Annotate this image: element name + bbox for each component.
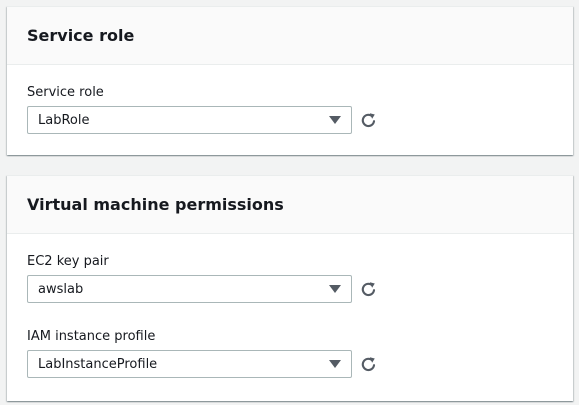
ec2-key-pair-label: EC2 key pair [27,254,109,269]
panel-title: Service role [27,26,135,45]
caret-down-icon [329,285,341,293]
refresh-icon[interactable] [359,280,377,298]
caret-down-icon [329,360,341,368]
vm-permissions-panel: Virtual machine permissions EC2 key pair… [7,175,573,401]
panel-body: Service role LabRole [7,65,573,134]
ec2-key-pair-field-row: awslab [27,275,553,303]
ec2-key-pair-value: awslab [38,281,84,297]
service-role-select[interactable]: LabRole [27,106,352,134]
panel-header: Virtual machine permissions [7,176,573,234]
caret-down-icon [329,116,341,124]
panel-title: Virtual machine permissions [27,195,284,214]
iam-instance-profile-value: LabInstanceProfile [38,356,158,372]
iam-instance-profile-label: IAM instance profile [27,329,156,344]
service-role-value: LabRole [38,112,90,128]
ec2-key-pair-select[interactable]: awslab [27,275,352,303]
panel-body: EC2 key pair awslab IAM instance profile… [7,234,573,378]
refresh-icon[interactable] [359,355,377,373]
panel-header: Service role [7,7,573,65]
iam-instance-profile-select[interactable]: LabInstanceProfile [27,350,352,378]
service-role-field-row: LabRole [27,106,553,134]
iam-instance-profile-field-row: LabInstanceProfile [27,350,553,378]
service-role-label: Service role [27,85,104,100]
refresh-icon[interactable] [359,111,377,129]
service-role-panel: Service role Service role LabRole [7,6,573,155]
